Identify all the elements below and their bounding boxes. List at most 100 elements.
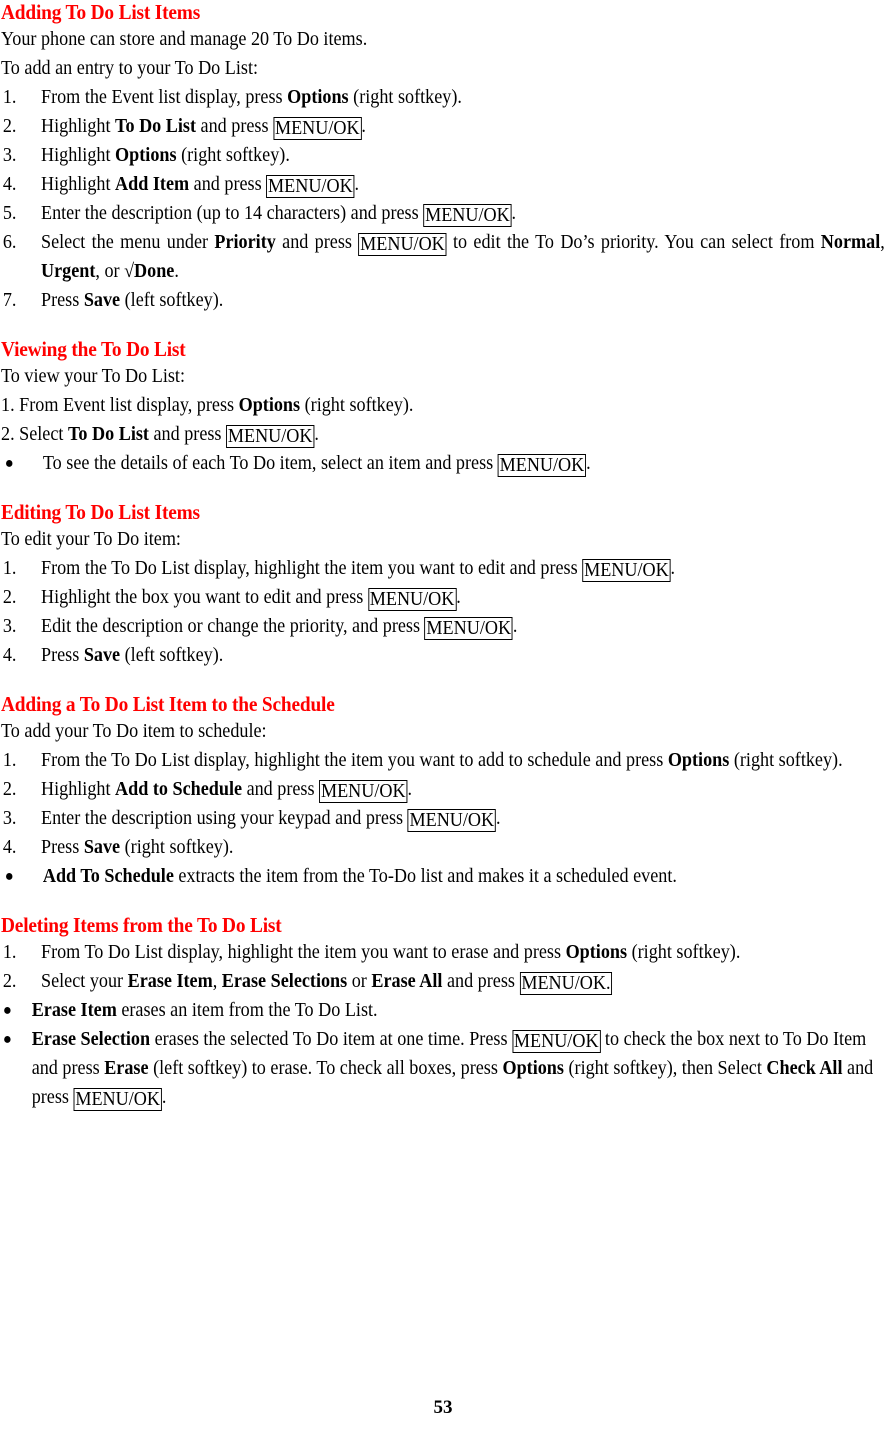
emphasized-term: Save <box>83 290 121 311</box>
body-text: (right softkey). <box>176 145 290 166</box>
body-text: . <box>495 808 501 829</box>
numbered-step: 5. Enter the description (up to 14 charac… <box>1 199 885 228</box>
body-text: Enter the description (up to 14 characte… <box>40 203 424 224</box>
body-text: Highlight <box>40 174 116 195</box>
steps-adding-items: 1. From the Event list display, press Opt… <box>1 83 885 315</box>
section-heading-editing-items: Editing To Do List Items <box>1 500 200 524</box>
body-text: Highlight <box>40 779 116 800</box>
menu-ok-key-label: MENU/OK <box>358 233 447 256</box>
intro-text-add-to-schedule: To add your To Do item to schedule: <box>1 721 267 742</box>
body-text: , or <box>95 261 125 282</box>
body-text: From the To Do List display, highlight t… <box>40 558 583 579</box>
numbered-step: 3. Highlight Options (right softkey). <box>1 141 885 170</box>
steps-editing-items: 1. From the To Do List display, highlight… <box>1 554 885 670</box>
section-spacer <box>1 670 885 692</box>
body-text: to edit the To Do’s priority. You can se… <box>446 232 821 253</box>
body-text: (right softkey), then Select <box>563 1058 767 1079</box>
body-text: (left softkey). <box>120 290 224 311</box>
step-number: 4. <box>2 837 17 858</box>
menu-ok-key-label: MENU/OK <box>512 1030 601 1053</box>
menu-ok-key-label: MENU/OK <box>424 617 513 640</box>
step-number: 4. <box>2 174 17 195</box>
body-text: . <box>586 453 591 474</box>
step-number: 1. <box>2 942 17 963</box>
menu-ok-key-label: MENU/OK <box>367 588 457 611</box>
body-text: Press <box>40 290 84 311</box>
step-number: 3. <box>2 616 17 637</box>
body-text: From the Event list display, press <box>40 87 288 108</box>
bullet-marker-icon: ● <box>4 455 14 472</box>
body-text: (right softkey). <box>120 837 234 858</box>
emphasized-term: Save <box>83 837 121 858</box>
section-heading-adding-items: Adding To Do List Items <box>1 0 201 24</box>
body-text: and press <box>275 232 359 253</box>
body-text: . <box>407 779 412 800</box>
body-text: Edit the description or change the prior… <box>40 616 425 637</box>
bullet-item: ● Erase Selection erases the selected To … <box>1 1025 885 1112</box>
inline-numbered-step: 2. Select To Do List and press MENU/OK. <box>1 420 885 449</box>
menu-ok-key-label: MENU/OK <box>407 809 496 832</box>
bullets-adding-to-schedule: ● Add To Schedule extracts the item from… <box>1 862 885 891</box>
emphasized-term: Save <box>83 645 121 666</box>
body-text: Highlight the box you want to edit and p… <box>40 587 368 608</box>
body-text: and press <box>242 779 320 800</box>
body-text: , <box>880 232 885 253</box>
body-text: or <box>347 971 372 992</box>
emphasized-term: Options <box>667 750 730 771</box>
body-text: extracts the item from the To-Do list an… <box>173 866 677 887</box>
body-text: To see the details of each To Do item, s… <box>42 453 498 474</box>
section-spacer <box>1 315 885 337</box>
emphasized-term: Add to Schedule <box>115 779 243 800</box>
bullet-marker-icon: ● <box>4 868 14 885</box>
emphasized-term: Erase Selection <box>31 1029 151 1050</box>
body-text: (right softkey). <box>348 87 462 108</box>
body-text: erases an item from the To Do List. <box>116 1000 378 1021</box>
numbered-step: 1. From the Event list display, press Opt… <box>1 83 885 112</box>
inline-steps-viewing-list: 1. From Event list display, press Option… <box>1 391 885 449</box>
numbered-step: 2. Highlight To Do List and press MENU/OK… <box>1 112 885 141</box>
body-text: Select your <box>40 971 128 992</box>
body-text: . <box>361 116 366 137</box>
step-number: 2. <box>2 779 17 800</box>
body-text: Press <box>40 645 84 666</box>
menu-ok-key-label: MENU/OK <box>319 780 408 803</box>
bullet-item: ● To see the details of each To Do item,… <box>1 449 885 478</box>
menu-ok-key-label: MENU/OK <box>582 559 671 582</box>
steps-deleting-items: 1. From To Do List display, highlight the… <box>1 938 885 996</box>
intro-text-storage-capacity: Your phone can store and manage 20 To Do… <box>1 29 368 50</box>
step-number: 1. <box>2 750 17 771</box>
numbered-step: 6. Select the menu under Priority and pre… <box>1 228 885 286</box>
emphasized-term: Add To Schedule <box>42 866 174 887</box>
body-text: . <box>314 424 319 445</box>
body-text: and press <box>189 174 267 195</box>
step-number: 7. <box>2 290 17 311</box>
menu-ok-key-label: MENU/OK <box>423 204 512 227</box>
emphasized-term: Options <box>565 942 628 963</box>
page-number: 53 <box>433 1397 453 1418</box>
body-text: 1. From Event list display, press <box>1 395 239 416</box>
numbered-step: 4. Press Save (left softkey). <box>1 641 885 670</box>
intro-text-add-entry: To add an entry to your To Do List: <box>1 58 259 79</box>
menu-ok-key-label: MENU/OK <box>266 175 355 198</box>
numbered-step: 4. Press Save (right softkey). <box>1 833 885 862</box>
body-text: (left softkey). <box>120 645 224 666</box>
emphasized-term: Erase All <box>371 971 443 992</box>
emphasized-term: Priority <box>214 232 276 253</box>
body-text: . <box>512 616 518 637</box>
body-text: Select the menu under <box>40 232 215 253</box>
numbered-step: 2. Select your Erase Item, Erase Selectio… <box>1 967 885 996</box>
bullet-marker-icon: ● <box>2 1031 12 1048</box>
numbered-step: 2. Highlight the box you want to edit and… <box>1 583 885 612</box>
emphasized-term: Add Item <box>115 174 190 195</box>
emphasized-term: To Do List <box>67 424 149 445</box>
numbered-step: 4. Highlight Add Item and press MENU/OK. <box>1 170 885 199</box>
step-number: 1. <box>2 558 17 579</box>
step-number: 2. <box>2 971 17 992</box>
emphasized-term: Options <box>238 395 301 416</box>
emphasized-term: Options <box>287 87 349 108</box>
emphasized-term: To Do List <box>115 116 197 137</box>
emphasized-term: Erase Item <box>31 1000 117 1021</box>
bullets-deleting-items: ● Erase Item erases an item from the To D… <box>1 996 885 1112</box>
body-text: . <box>354 174 360 195</box>
bullet-item: ● Add To Schedule extracts the item from… <box>1 862 885 891</box>
